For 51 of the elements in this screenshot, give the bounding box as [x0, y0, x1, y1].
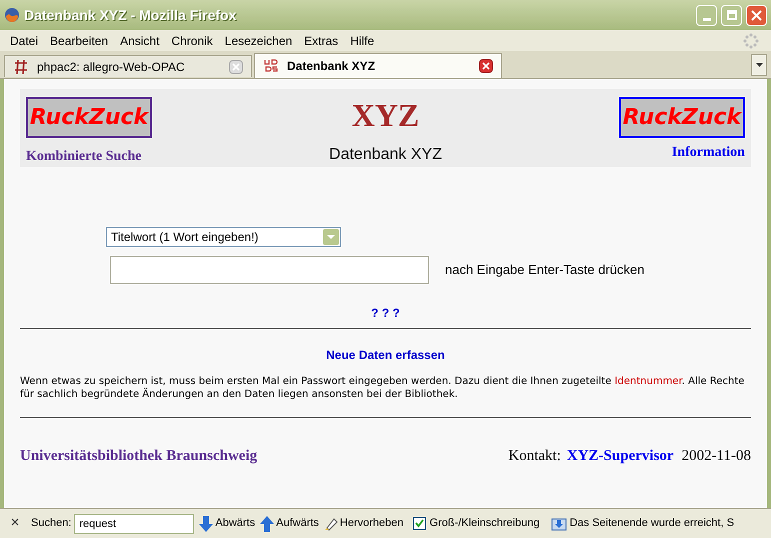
menu-item[interactable]: Hilfe	[344, 32, 380, 50]
find-input[interactable]: request	[74, 514, 194, 534]
menu-item[interactable]: Ansicht	[114, 32, 166, 50]
menu-item[interactable]: Bearbeiten	[44, 32, 114, 50]
maximize-button[interactable]	[721, 4, 742, 26]
find-label: Suchen:	[31, 516, 72, 532]
find-status: Das Seitenende wurde erreicht, S	[570, 516, 734, 532]
close-icon	[751, 10, 762, 20]
search-type-select[interactable]: Titelwort (1 Wort eingeben!)	[106, 227, 341, 247]
menu-item[interactable]: Datei	[4, 32, 44, 50]
close-tab-icon[interactable]	[479, 59, 493, 73]
supervisor-link[interactable]: XYZ-Supervisor	[566, 445, 674, 468]
marker-pen-icon	[324, 516, 338, 530]
information-link[interactable]: Information	[672, 142, 745, 163]
help-link[interactable]: ? ? ?	[371, 304, 400, 322]
page-title: XYZ	[352, 97, 420, 133]
menu-item[interactable]: Lesezeichen	[218, 32, 298, 50]
search-input[interactable]	[110, 256, 429, 284]
minimize-button[interactable]	[696, 4, 717, 26]
menu-item[interactable]: Chronik	[165, 32, 219, 50]
date-text: 2002-11-08	[682, 447, 751, 466]
find-next-button[interactable]: Abwärts	[199, 515, 256, 532]
highlight-button[interactable]: Hervorheben	[324, 515, 404, 532]
page-subtitle: Datenbank XYZ	[329, 145, 442, 165]
browser-tab[interactable]: Datenbank XYZ	[254, 53, 502, 78]
kombinierte-suche-link[interactable]: Kombinierte Suche	[26, 146, 142, 167]
site-icon	[13, 58, 29, 74]
search-hint: nach Eingabe Enter-Taste drücken	[445, 261, 644, 280]
caret-icon	[756, 63, 762, 67]
close-find-button[interactable]: ×	[8, 512, 22, 535]
site-icon	[263, 59, 279, 73]
menu-item[interactable]: Extras	[298, 32, 344, 50]
browser-logo-icon	[4, 7, 20, 23]
checkmark-icon	[414, 519, 424, 528]
new-data-link[interactable]: Neue Daten erfassen	[326, 346, 445, 364]
close-button[interactable]	[746, 4, 767, 26]
tab-list-button[interactable]	[751, 54, 767, 76]
close-icon	[480, 60, 492, 72]
find-previous-button[interactable]: Aufwärts	[260, 515, 319, 532]
page-end-icon	[550, 516, 567, 530]
notice-text: Wenn etwas zu speichern ist, muss beim ersten Mal ein Passwort eingegeben werden. Dazu dient die Ihnen zugeteilte Identnummer. Alle Rechte für sachlich begründete Änderungen an den Daten liegen ansonsten bei der Bibliothek.	[20, 375, 746, 401]
contact-label: Kontakt:	[508, 447, 561, 466]
window-title: Datenbank XYZ - Mozilla Firefox	[24, 6, 238, 24]
browser-tab[interactable]: phpac2: allegro-Web-OPAC	[4, 55, 252, 77]
throbber-icon	[743, 32, 759, 48]
identnummer-link[interactable]: Identnummer	[614, 376, 682, 387]
up-arrow-icon	[260, 516, 274, 532]
down-arrow-icon	[199, 516, 214, 532]
match-case-checkbox[interactable]: Groß-/Kleinschreibung	[412, 515, 540, 532]
close-icon	[230, 60, 242, 72]
library-name: Universitätsbibliothek Braunschweig	[20, 447, 258, 466]
